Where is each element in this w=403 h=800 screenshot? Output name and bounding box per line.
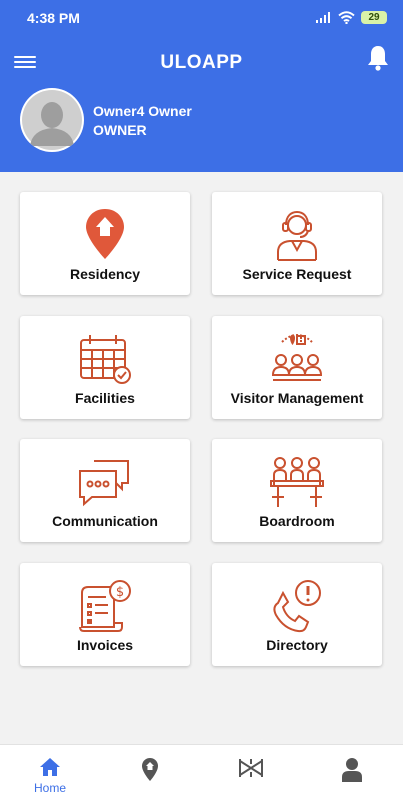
tile-visitor-management[interactable]: Visitor Management [212,316,382,419]
svg-text:$: $ [116,585,124,600]
tile-communication[interactable]: Communication [20,439,190,542]
location-home-icon [86,209,124,259]
avatar[interactable] [20,88,84,152]
tile-residency[interactable]: Residency [20,192,190,295]
tile-label: Facilities [75,390,135,406]
visitors-icon [271,334,323,381]
profile-name: Owner4 Owner [93,103,192,119]
tile-label: Residency [69,266,141,282]
meeting-icon [270,457,324,507]
tile-facilities[interactable]: Facilities [20,316,190,419]
nav-residency[interactable] [100,745,200,800]
tile-boardroom[interactable]: Boardroom [212,439,382,542]
user-profile-icon [342,758,362,782]
signal-icon [316,12,330,23]
status-bar: 4:38 PM 29 [0,0,403,34]
nav-home-label: Home [33,781,66,795]
profile-role: OWNER [93,122,147,138]
app-header: 4:38 PM 29 ULOAPP Owner4 Owner OWNER [0,0,403,172]
tile-label: Service Request [242,266,352,282]
tile-directory[interactable]: Directory [212,563,382,666]
tile-label: Visitor Management [230,390,364,406]
calendar-check-icon [80,335,131,384]
tile-label: Directory [266,637,328,653]
status-icons: 29 [316,9,387,25]
notification-bell-icon[interactable] [366,44,390,72]
chat-bubbles-icon [79,460,129,507]
home-icon [40,758,60,776]
tile-label: Communication [52,513,158,529]
phone-alert-icon [273,580,321,633]
invoice-icon: $ [79,580,131,632]
nav-profile[interactable] [302,745,402,800]
nav-scan[interactable] [201,745,301,800]
tile-label: Invoices [76,637,134,653]
app-title: ULOAPP [160,52,243,73]
tile-service-request[interactable]: Service Request [212,192,382,295]
support-agent-icon [277,210,317,261]
tile-invoices[interactable]: $ Invoices [20,563,190,666]
wifi-icon [338,10,355,24]
status-time: 4:38 PM [27,10,80,26]
bowtie-gate-icon [239,759,263,777]
bottom-navigation: Home [0,744,403,800]
user-placeholder-icon [22,90,82,150]
nav-home[interactable]: Home [0,745,100,800]
tile-label: Boardroom [259,513,335,529]
battery-icon: 29 [361,10,387,24]
location-home-icon [142,758,158,781]
